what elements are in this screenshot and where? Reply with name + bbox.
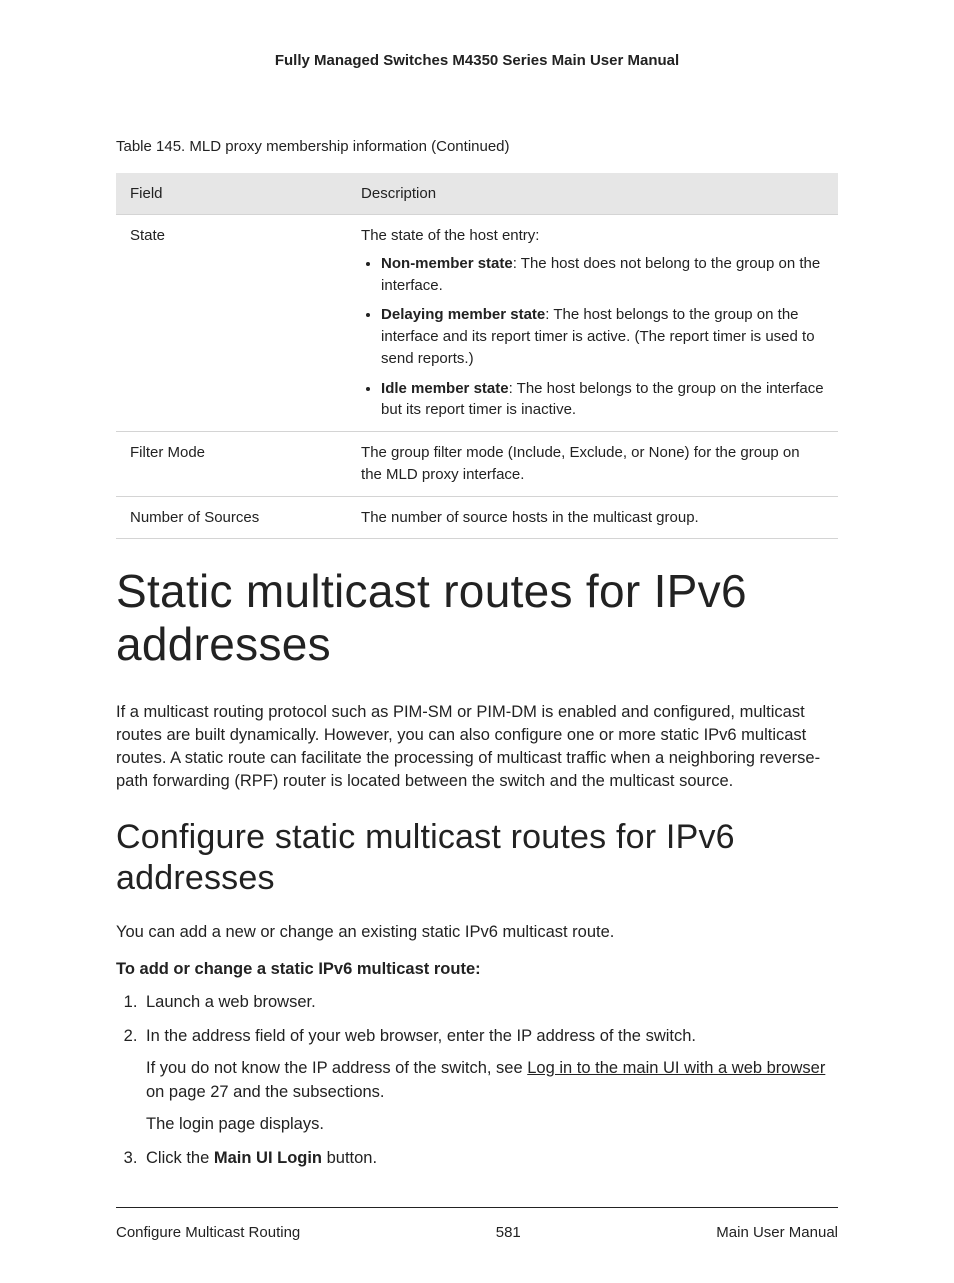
mld-proxy-table: Field Description State The state of the…: [116, 173, 838, 539]
cell-description: The number of source hosts in the multic…: [347, 496, 838, 539]
step-sub-paragraph: If you do not know the IP address of the…: [146, 1057, 838, 1105]
intro-paragraph: If a multicast routing protocol such as …: [116, 701, 838, 793]
footer-right: Main User Manual: [716, 1222, 838, 1243]
table-caption: Table 145. MLD proxy membership informat…: [116, 136, 838, 157]
cell-intro: The state of the host entry:: [361, 227, 539, 244]
task-title: To add or change a static IPv6 multicast…: [116, 958, 838, 981]
step-item: Launch a web browser.: [142, 991, 838, 1015]
page-footer: Configure Multicast Routing 581 Main Use…: [116, 1207, 838, 1243]
cell-field: Number of Sources: [116, 496, 347, 539]
step-text-post: on page 27 and the subsections.: [146, 1083, 385, 1101]
step-item: Click the Main UI Login button.: [142, 1147, 838, 1171]
list-item: Idle member state: The host belongs to t…: [381, 378, 824, 422]
item-label: Delaying member state: [381, 306, 545, 323]
step-text-pre: If you do not know the IP address of the…: [146, 1059, 527, 1077]
table-row: Number of Sources The number of source h…: [116, 496, 838, 539]
footer-page-number: 581: [300, 1222, 716, 1243]
table-row: Filter Mode The group filter mode (Inclu…: [116, 432, 838, 497]
step-text-pre: Click the: [146, 1149, 214, 1167]
step-text: Launch a web browser.: [146, 993, 316, 1011]
step-text: In the address field of your web browser…: [146, 1027, 696, 1045]
cell-description: The group filter mode (Include, Exclude,…: [347, 432, 838, 497]
list-item: Non-member state: The host does not belo…: [381, 253, 824, 297]
cross-ref-link[interactable]: Log in to the main UI with a web browser: [527, 1059, 825, 1077]
doc-header-title: Fully Managed Switches M4350 Series Main…: [116, 50, 838, 71]
table-header-row: Field Description: [116, 173, 838, 215]
cell-field: Filter Mode: [116, 432, 347, 497]
step-sub-paragraph: The login page displays.: [146, 1113, 838, 1137]
state-list: Non-member state: The host does not belo…: [361, 253, 824, 421]
step-item: In the address field of your web browser…: [142, 1025, 838, 1137]
cell-description: The state of the host entry: Non-member …: [347, 215, 838, 432]
lead-paragraph: You can add a new or change an existing …: [116, 921, 838, 944]
cell-field: State: [116, 215, 347, 432]
ui-element-bold: Main UI Login: [214, 1149, 322, 1167]
footer-left: Configure Multicast Routing: [116, 1222, 300, 1243]
table-head-description: Description: [347, 173, 838, 215]
steps-list: Launch a web browser. In the address fie…: [116, 991, 838, 1171]
step-text-post: button.: [322, 1149, 377, 1167]
item-label: Idle member state: [381, 380, 509, 397]
heading-1: Static multicast routes for IPv6 address…: [116, 565, 838, 671]
table-row: State The state of the host entry: Non-m…: [116, 215, 838, 432]
item-label: Non-member state: [381, 255, 513, 272]
table-head-field: Field: [116, 173, 347, 215]
list-item: Delaying member state: The host belongs …: [381, 304, 824, 369]
heading-2: Configure static multicast routes for IP…: [116, 817, 838, 899]
